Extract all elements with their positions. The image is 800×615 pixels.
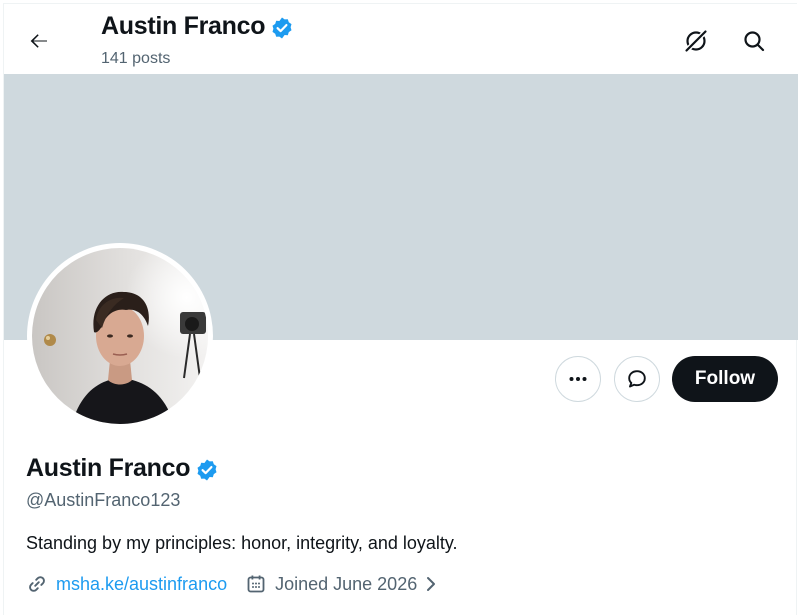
profile-meta: msha.ke/austinfranco Joined June 2026 [26,573,439,595]
verified-badge-icon[interactable] [195,458,219,482]
more-button[interactable] [555,356,601,402]
arrow-left-icon [30,34,47,48]
display-name: Austin Franco [26,454,191,482]
search-icon [744,31,765,52]
profile-page: Austin Franco 141 posts Follow Austin Fr… [3,3,798,615]
joined-date[interactable]: Joined June 2026 [245,573,439,595]
user-handle: @AustinFranco123 [26,490,181,510]
profile-bio: Standing by my principles: honor, integr… [26,533,458,553]
avatar-photo [32,248,208,424]
more-icon [569,377,587,381]
message-button[interactable] [614,356,660,402]
post-count: 141 posts [101,50,171,67]
grok-icon [685,30,707,52]
verified-badge-icon[interactable] [270,16,294,40]
profile-name-row: Austin Franco [26,454,219,483]
search-button[interactable] [734,21,774,61]
grok-button[interactable] [676,21,716,61]
avatar[interactable] [27,243,213,429]
message-icon [628,370,646,388]
profile-website-link[interactable]: msha.ke/austinfranco [26,573,227,595]
header-title: Austin Franco [101,12,294,41]
chevron-right-icon [423,575,439,593]
top-bar: Austin Franco 141 posts [4,4,798,74]
calendar-icon [247,575,265,593]
link-icon [29,576,45,592]
joined-text: Joined June 2026 [275,573,418,594]
header-name: Austin Franco [101,12,266,40]
back-button[interactable] [19,21,59,61]
follow-button[interactable]: Follow [672,356,778,402]
website-text[interactable]: msha.ke/austinfranco [56,574,227,595]
